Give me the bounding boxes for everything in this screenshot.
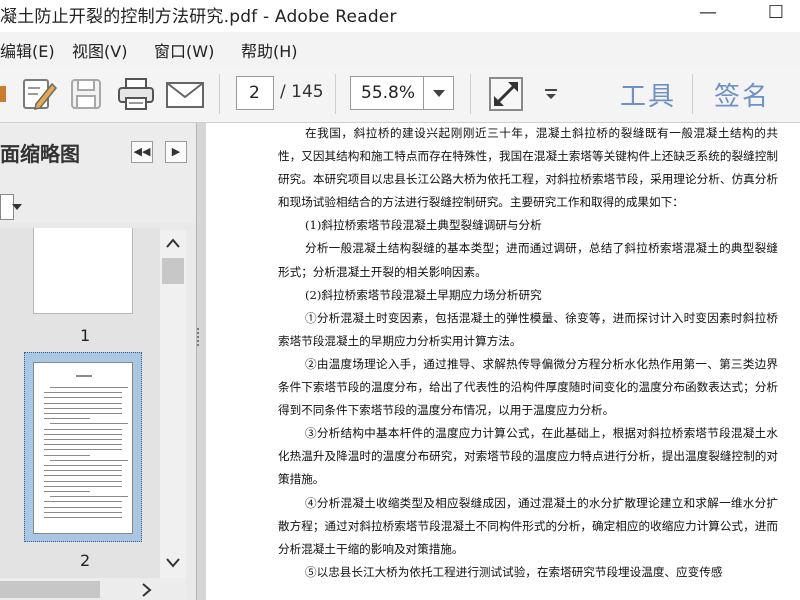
doc-paragraph: ③分析结构中基本杆件的温度应力计算公式，在此基础上，根据对斜拉桥索塔节段混凝土水… [278,426,778,487]
doc-paragraph: ⑤以忠县长江大桥为依托工程进行测试试验，在索塔研究节段埋设温度、应变传感 [305,564,723,579]
chevron-down-icon [12,204,22,210]
menu-window[interactable]: 窗口(W) [154,38,214,62]
thumbnail-text-line [44,506,122,508]
thumbnail-text-line [44,444,122,446]
thumbnail-text-line [44,480,122,482]
email-icon[interactable] [164,76,206,112]
thumbnail-text-line [44,402,122,404]
menu-edit[interactable]: 编辑(E) [0,38,55,62]
page-thumbnail-1[interactable] [33,228,133,314]
fullscreen-icon[interactable] [488,76,524,112]
panel-splitter[interactable] [196,123,206,600]
zoom-dropdown-button[interactable] [423,76,454,110]
tools-button[interactable]: 工具 [620,76,676,113]
thumbnail-text-line [44,475,122,477]
thumbnail-text-line [44,407,122,409]
thumbnail-text-line [44,491,90,492]
thumbnail-text-line [44,501,122,503]
thumbnail-text-line [44,397,122,399]
thumbnail-text-line [44,449,122,451]
thumbnail-text-line [44,392,122,394]
thumbnail-text-line [44,428,122,430]
toolbar-separator [470,74,471,114]
thumbnail-heading-line [76,375,92,377]
doc-paragraph: ①分析混凝土时变因素，包括混凝土的弹性模量、徐变等，进而探讨计入时变因素时斜拉桥… [278,310,778,348]
edit-sign-icon[interactable] [18,76,58,112]
thumbnail-text-line [50,496,128,498]
doc-paragraph: (2)斜拉桥索塔节段混凝土早期应力场分析研究 [305,287,542,302]
scroll-right-icon[interactable] [142,583,152,597]
thumbnail-text-line [50,459,128,461]
expand-panel-button[interactable]: ▶ [165,141,187,163]
menu-view[interactable]: 视图(V) [72,38,127,62]
zoom-input[interactable]: 55.8% [350,76,424,110]
doc-paragraph: ②由温度场理论入手，通过推导、求解热传导偏微分方程分析水化热作用第一、第三类边界… [278,356,778,418]
scrollbar-thumb[interactable] [162,258,184,284]
splitter-grip[interactable] [197,328,203,346]
thumbnail-text-line [50,423,128,425]
minimize-button[interactable]: — [688,0,728,30]
thumbnail-text-line [44,433,122,435]
save-icon[interactable] [68,76,104,112]
thumbnail-text-line [44,418,90,420]
document-page-text: 在我国，斜拉桥的建设兴起刚刚近三十年，混凝土斜拉桥的裂缝既有一般混凝土结构的共性… [278,122,778,584]
print-icon[interactable] [116,76,156,112]
thumbnail-text-line [44,511,122,513]
page-thumbnail-2[interactable] [33,362,133,534]
thumbnail-text-line [44,470,122,472]
thumbnail-label: 1 [80,326,91,345]
collapse-panel-button[interactable]: ◀◀ [131,141,153,163]
partial-tool-icon[interactable] [0,76,8,112]
thumbnail-text-line [44,465,122,466]
thumbnail-text-line [44,485,122,487]
thumbnail-text-line [44,517,122,518]
page-number-input[interactable]: 2 [236,76,274,110]
scroll-down-icon[interactable] [166,558,180,568]
window-title: 凝土防止开裂的控制方法研究.pdf - Adobe Reader [0,7,397,27]
thumbnail-text-line [44,439,122,440]
toolbar-separator [219,74,220,114]
page-count: / 145 [280,82,324,102]
menu-help[interactable]: 帮助(H) [241,38,298,62]
chevron-down-icon [432,90,445,97]
thumbnail-text-line [50,387,128,388]
maximize-button[interactable]: ☐ [756,0,796,30]
panel-title: 面缩略图 [0,142,80,166]
sign-button[interactable]: 签名 [714,76,770,113]
scroll-up-icon[interactable] [166,238,180,248]
doc-paragraph: 分析一般混凝土结构裂缝的基本类型；进而通过调研，总结了斜拉桥索塔混凝土的典型裂缝… [278,241,778,279]
doc-paragraph: 在我国，斜拉桥的建设兴起刚刚近三十年，混凝土斜拉桥的裂缝既有一般混凝土结构的共性… [278,126,778,210]
toolbar-separator [692,74,693,114]
thumbnail-label: 2 [80,551,91,570]
thumbnail-text-line [44,454,90,456]
toolbar-separator [335,74,336,114]
thumbnail-text-line [44,413,122,414]
horizontal-scrollbar-thumb[interactable] [0,581,100,598]
doc-paragraph: (1)斜拉桥索塔节段混凝土典型裂缝调研与分析 [305,218,542,233]
doc-paragraph: ④分析混凝土收缩类型及相应裂缝成因，通过混凝土的水分扩散理论建立和求解一维水分扩… [278,495,778,556]
more-options-icon[interactable] [544,88,558,100]
